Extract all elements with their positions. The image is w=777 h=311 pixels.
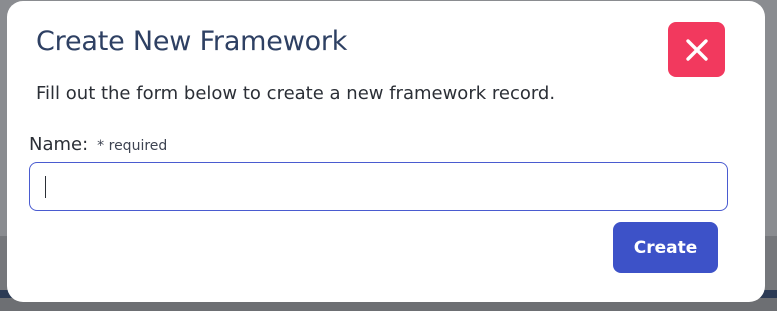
close-x-icon <box>685 38 708 61</box>
modal-description: Fill out the form below to create a new … <box>36 83 556 104</box>
name-label: Name: <box>29 134 89 155</box>
required-note: * required <box>97 138 168 154</box>
create-button[interactable]: Create <box>613 222 718 273</box>
name-label-row: Name: * required <box>29 134 167 155</box>
name-input[interactable] <box>29 162 728 211</box>
close-button[interactable] <box>668 22 725 77</box>
text-caret <box>45 176 46 198</box>
modal-title: Create New Framework <box>36 26 348 57</box>
